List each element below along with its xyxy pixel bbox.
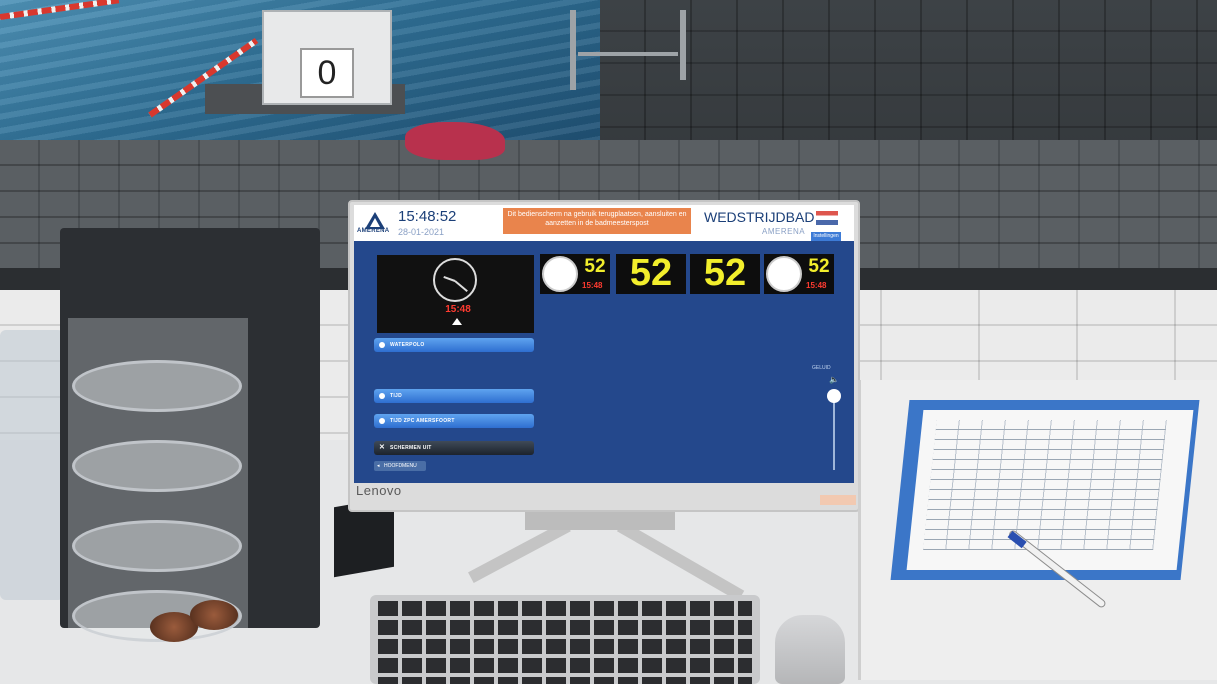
menu-label: SCHERMEN UIT [390, 445, 432, 451]
language-flag-icon[interactable] [816, 211, 838, 225]
display-tile-score-1[interactable]: 52 [616, 252, 686, 294]
tile-value: 52 [808, 256, 830, 277]
tile-time: 15:48 [806, 281, 827, 290]
settings-button[interactable]: Instellingen [811, 232, 841, 241]
display-tile-clock-right[interactable]: 52 15:48 [764, 254, 834, 294]
tile-time: 15:48 [582, 281, 603, 290]
menu-label: TIJD ZPC AMERSFOORT [390, 418, 455, 424]
mouse [775, 615, 845, 684]
back-label: HOOFDMENU [384, 463, 417, 469]
menu-tijd-zpc-button[interactable]: TIJD ZPC AMERSFOORT [374, 414, 534, 428]
radio-dot-icon [379, 393, 385, 399]
analog-clock-icon [766, 256, 802, 292]
keyboard-keys [378, 601, 752, 684]
pool-ladder-rail [680, 10, 686, 80]
header-bar: AMERENA 15:48:52 28-01-2021 Dit bediensc… [354, 205, 854, 241]
menu-tijd-button[interactable]: TIJD [374, 389, 534, 403]
volume-label: GELUID [812, 365, 831, 371]
analog-clock-icon [542, 256, 578, 292]
venue-subtitle: AMERENA [762, 227, 806, 236]
preview-time: 15:48 [445, 304, 471, 315]
notice-banner: Dit bedienscherm na gebruik terugplaatse… [503, 208, 691, 234]
menu-waterpolo-button[interactable]: WATERPOLO [374, 338, 534, 352]
speaker-icon: 🔈 [829, 375, 839, 384]
coin-pile [190, 600, 238, 630]
score-sheet-grid [923, 420, 1167, 550]
radio-dot-icon [379, 418, 385, 424]
header-date: 28-01-2021 [398, 227, 445, 237]
amerena-logo-icon [365, 212, 385, 229]
scoreboard-control-screen: AMERENA 15:48:52 28-01-2021 Dit bediensc… [354, 205, 854, 483]
dispenser-tray [72, 440, 242, 492]
display-tile-score-2[interactable]: 52 [690, 252, 760, 294]
pool-ladder-rail [578, 52, 678, 56]
radio-dot-icon [379, 342, 385, 348]
monitor-brand: Lenovo [356, 483, 402, 498]
tile-value: 52 [703, 252, 747, 294]
preview-logo-icon [452, 318, 462, 325]
menu-label: TIJD [390, 393, 403, 399]
venue-title: WEDSTRIJDBAD [704, 209, 815, 225]
menu-label: WATERPOLO [390, 342, 425, 348]
water-jug [0, 330, 64, 600]
close-icon: ✕ [379, 444, 386, 451]
display-tile-clock-left[interactable]: 52 15:48 [540, 254, 610, 294]
pool-ladder-rail [570, 10, 576, 90]
tile-value: 52 [629, 252, 673, 294]
dispenser-tray [72, 360, 242, 412]
header-clock: 15:48:52 [398, 208, 457, 225]
sticker [820, 495, 856, 505]
photo-scene: 0 Lenovo AMERENA 15:48:52 28-01-2021 Dit… [0, 0, 1217, 684]
swim-bag [405, 122, 505, 160]
menu-screens-off-button[interactable]: ✕ SCHERMEN UIT [374, 441, 534, 455]
monitor-stand [525, 510, 675, 530]
dispenser-tray [72, 520, 242, 572]
logo-text: AMERENA [357, 228, 390, 234]
tile-value: 52 [584, 256, 606, 277]
start-block-number: 0 [300, 48, 354, 98]
volume-slider-knob[interactable] [827, 389, 841, 403]
main-menu-button[interactable]: ◂ HOOFDMENU [374, 461, 426, 471]
back-arrow-icon: ◂ [377, 463, 380, 469]
